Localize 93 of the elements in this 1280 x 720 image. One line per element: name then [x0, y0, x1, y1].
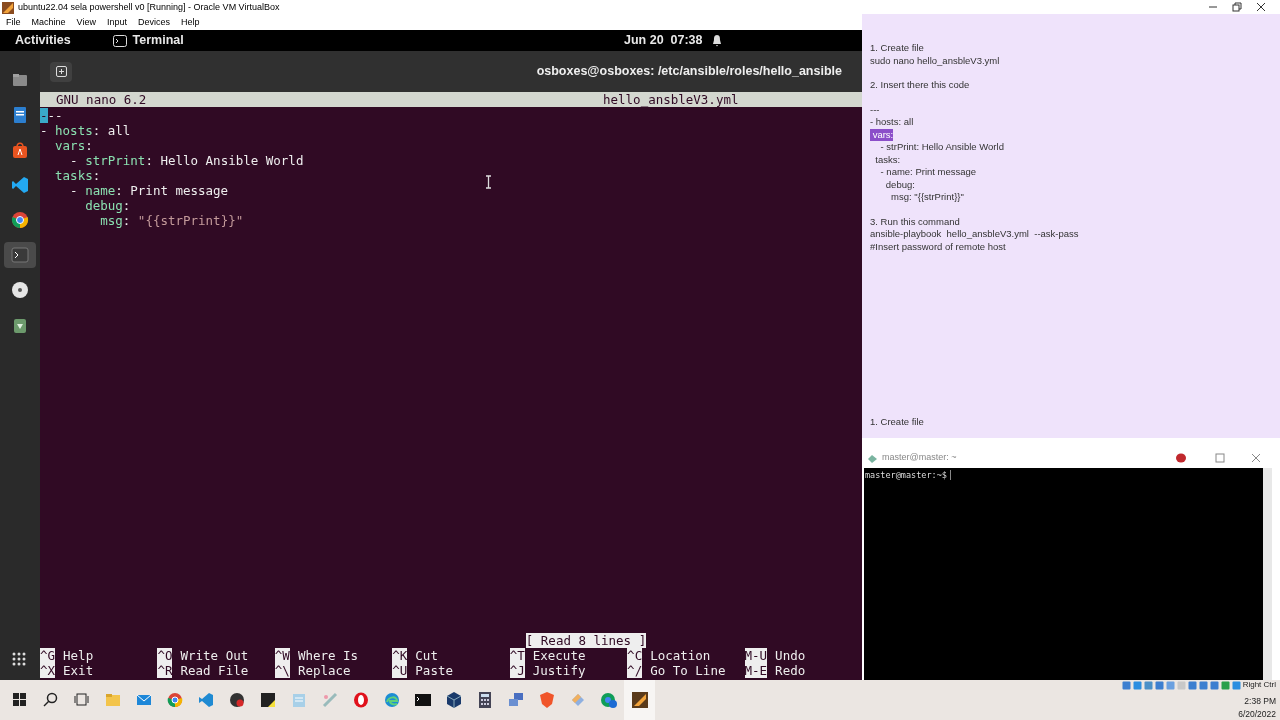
bug-icon	[1175, 452, 1187, 464]
shortcut[interactable]: ^G Help	[40, 648, 158, 663]
note-line: msg: "{{strPrint}}"	[890, 191, 964, 204]
browser-icon	[599, 691, 618, 709]
code-editor-icon	[11, 176, 29, 194]
note-line: - name: Print message	[879, 166, 977, 179]
menu-item[interactable]: Input	[106, 15, 127, 30]
shortcut[interactable]: ^T Execute	[509, 648, 628, 663]
files-icon	[11, 71, 29, 89]
trash-icon	[11, 316, 29, 334]
note-line: - hosts: all	[870, 116, 914, 129]
shortcut[interactable]: ^U Paste	[392, 663, 510, 678]
code-line: - hosts: all	[40, 123, 131, 138]
shortcut[interactable]: M-U Undo	[744, 648, 862, 663]
note-line: 3. Run this command	[870, 215, 960, 228]
menu-item[interactable]: File	[6, 15, 21, 30]
menu-item[interactable]: Devices	[137, 15, 170, 30]
folder-icon	[103, 691, 122, 709]
note-line: ---	[870, 103, 880, 116]
record-icon	[227, 691, 246, 709]
note-line: sudo nano hello_ansbleV3.yml	[870, 54, 1000, 67]
browser-icon	[165, 691, 184, 709]
shortcut[interactable]: ^W Where Is	[274, 648, 393, 663]
note-line: #Insert password of remote host	[870, 240, 1006, 253]
cube-icon	[444, 691, 463, 709]
app-menu[interactable]: Terminal	[112, 31, 184, 50]
terminal-window-title: master@master: ~	[882, 451, 957, 465]
clock[interactable]: Jun 20 07:38	[624, 31, 703, 50]
new-tab-button[interactable]	[50, 61, 72, 82]
status-message: [ Read 8 lines ]	[525, 633, 647, 648]
bell-icon	[711, 34, 723, 47]
plus-icon	[55, 66, 67, 77]
opera-icon	[351, 691, 370, 709]
date[interactable]: 6/20/2022	[1238, 708, 1276, 720]
window-title: ubuntu22.04 sela powershell v0 [Running] - Oracle VM VirtualBox	[18, 0, 280, 14]
shield-icon	[537, 691, 556, 709]
code-line: tasks:	[54, 168, 101, 183]
terminal-title: osboxes@osboxes: /etc/ansible/roles/hello_ansible	[536, 63, 842, 81]
code-line: debug:	[84, 198, 131, 213]
code-line: ---	[40, 108, 63, 123]
note-line: 1. Create file	[869, 414, 925, 429]
code-editor-icon	[196, 691, 215, 709]
browser-icon	[11, 211, 29, 229]
host-key-label: Right Ctrl	[1242, 679, 1276, 692]
code-line: msg: "{{strPrint}}"	[99, 213, 244, 228]
windows-icon	[10, 691, 29, 709]
code-line: - name: Print message	[69, 183, 229, 198]
paint-icon	[320, 691, 339, 709]
text-cursor-icon	[485, 175, 492, 189]
close-icon[interactable]	[1256, 2, 1266, 12]
shortcut[interactable]: ^C Location	[627, 648, 745, 663]
terminal-app-icon	[867, 452, 878, 464]
menu-item[interactable]: Help	[180, 15, 200, 30]
app-grid-icon[interactable]	[12, 652, 26, 666]
shopping-bag-icon	[11, 141, 29, 159]
network-icon	[506, 691, 525, 709]
virtualbox-icon	[2, 1, 14, 14]
shortcut[interactable]: ^J Justify	[509, 663, 628, 678]
edge-icon	[382, 691, 401, 709]
file-name: hello_ansbleV3.yml	[603, 92, 739, 107]
shortcut[interactable]: ^K Cut	[392, 648, 510, 663]
shell-prompt: master@master:~$	[864, 469, 947, 482]
taskbar-item[interactable]	[624, 680, 655, 720]
shortcut[interactable]: ^/ Go To Line	[627, 663, 745, 678]
restore-icon[interactable]	[1232, 2, 1242, 12]
virtualbox-icon	[630, 691, 649, 709]
editor-version: GNU nano 6.2	[56, 92, 147, 107]
activities-button[interactable]: Activities	[15, 31, 71, 50]
note-line: tasks:	[874, 153, 901, 166]
text-cursor	[949, 470, 951, 480]
menu-item[interactable]: Machine	[31, 15, 66, 30]
note-line: debug:	[884, 178, 915, 191]
terminal-icon	[112, 34, 127, 47]
sticky-note-icon	[258, 691, 277, 709]
shortcut[interactable]: ^R Read File	[157, 663, 275, 678]
clock[interactable]: 2:38 PM	[1244, 695, 1276, 708]
shortcut[interactable]: ^\ Replace	[274, 663, 393, 678]
disc-icon	[11, 281, 29, 299]
console-icon	[413, 691, 432, 709]
document-icon	[11, 106, 29, 124]
note-line: 1. Create file	[870, 42, 924, 55]
note-line: 2. Insert there this code	[870, 79, 970, 92]
code-line: - strPrint: Hello Ansible World	[69, 153, 304, 168]
task-view-icon	[72, 691, 91, 709]
note-line: - strPrint: Hello Ansible World	[879, 141, 1004, 154]
shortcut[interactable]: ^O Write Out	[157, 648, 275, 663]
code-line: vars:	[54, 138, 93, 153]
shortcut[interactable]: ^X Exit	[40, 663, 158, 678]
note-line: ansible-playbook hello_ansbleV3.yml --ask-pass	[870, 228, 1079, 241]
search-icon	[41, 691, 60, 709]
terminal-icon	[11, 246, 29, 264]
menu-item[interactable]: View	[76, 15, 96, 30]
shortcut[interactable]: M-E Redo	[744, 663, 862, 678]
